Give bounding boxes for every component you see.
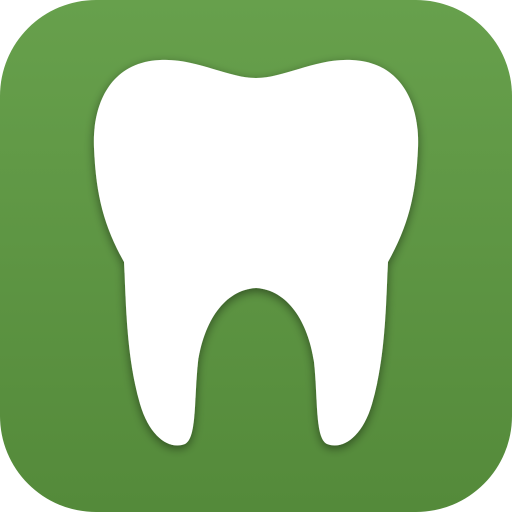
- tooth-icon: [93, 59, 419, 446]
- tooth-shape: [93, 59, 419, 446]
- app-icon[interactable]: [0, 0, 512, 512]
